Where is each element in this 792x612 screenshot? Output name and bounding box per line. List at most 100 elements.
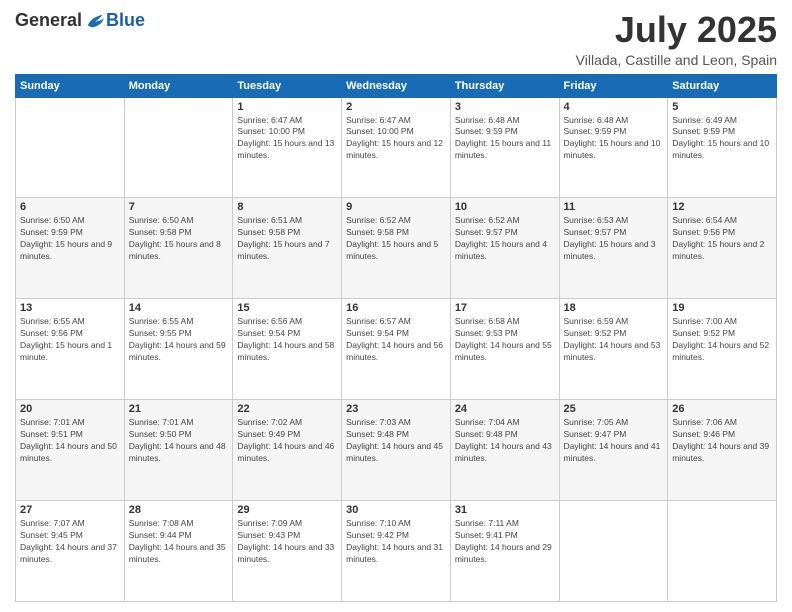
day-info: Sunrise: 6:48 AM Sunset: 9:59 PM Dayligh… — [564, 115, 664, 163]
day-info: Sunrise: 6:52 AM Sunset: 9:58 PM Dayligh… — [346, 215, 446, 263]
day-number: 17 — [455, 302, 555, 314]
day-number: 15 — [237, 302, 337, 314]
calendar: SundayMondayTuesdayWednesdayThursdayFrid… — [15, 74, 777, 602]
calendar-cell: 29 Sunrise: 7:09 AM Sunset: 9:43 PM Dayli… — [233, 501, 342, 602]
calendar-cell — [124, 97, 233, 198]
calendar-cell: 6Sunrise: 6:50 AM Sunset: 9:59 PM Daylig… — [16, 198, 125, 299]
calendar-cell: 31Sunrise: 7:11 AM Sunset: 9:41 PM Dayli… — [450, 501, 559, 602]
calendar-cell — [16, 97, 125, 198]
day-number: 10 — [455, 201, 555, 213]
header: General Blue July 2025 Villada, Castille… — [15, 10, 777, 68]
day-info: Sunrise: 7:02 AM Sunset: 9:49 PM Dayligh… — [237, 417, 337, 465]
day-info: Sunrise: 6:55 AM Sunset: 9:55 PM Dayligh… — [129, 316, 229, 364]
main-title: July 2025 — [576, 10, 777, 50]
calendar-cell: 16 Sunrise: 6:57 AM Sunset: 9:54 PM Dayli… — [342, 299, 451, 400]
day-info: Sunrise: 7:08 AM Sunset: 9:44 PM Dayligh… — [129, 518, 229, 566]
day-number: 6 — [20, 201, 120, 213]
calendar-cell: 9 Sunrise: 6:52 AM Sunset: 9:58 PM Daylig… — [342, 198, 451, 299]
day-number: 22 — [237, 403, 337, 415]
weekday-header: Friday — [559, 74, 668, 97]
calendar-cell: 4 Sunrise: 6:48 AM Sunset: 9:59 PM Daylig… — [559, 97, 668, 198]
weekday-header: Sunday — [16, 74, 125, 97]
day-number: 2 — [346, 101, 446, 113]
day-number: 24 — [455, 403, 555, 415]
calendar-cell: 14 Sunrise: 6:55 AM Sunset: 9:55 PM Dayli… — [124, 299, 233, 400]
calendar-week-row: 27 Sunrise: 7:07 AM Sunset: 9:45 PM Dayli… — [16, 501, 777, 602]
weekday-header-row: SundayMondayTuesdayWednesdayThursdayFrid… — [16, 74, 777, 97]
calendar-cell: 11Sunrise: 6:53 AM Sunset: 9:57 PM Dayli… — [559, 198, 668, 299]
calendar-cell: 20Sunrise: 7:01 AM Sunset: 9:51 PM Dayli… — [16, 400, 125, 501]
day-info: Sunrise: 6:52 AM Sunset: 9:57 PM Dayligh… — [455, 215, 555, 263]
calendar-cell: 17 Sunrise: 6:58 AM Sunset: 9:53 PM Dayli… — [450, 299, 559, 400]
calendar-cell: 3Sunrise: 6:48 AM Sunset: 9:59 PM Daylig… — [450, 97, 559, 198]
calendar-cell: 27 Sunrise: 7:07 AM Sunset: 9:45 PM Dayli… — [16, 501, 125, 602]
calendar-cell: 10 Sunrise: 6:52 AM Sunset: 9:57 PM Dayli… — [450, 198, 559, 299]
calendar-cell: 2 Sunrise: 6:47 AM Sunset: 10:00 PM Dayli… — [342, 97, 451, 198]
day-number: 4 — [564, 101, 664, 113]
day-number: 16 — [346, 302, 446, 314]
calendar-cell: 5Sunrise: 6:49 AM Sunset: 9:59 PM Daylig… — [668, 97, 777, 198]
day-info: Sunrise: 6:48 AM Sunset: 9:59 PM Dayligh… — [455, 115, 555, 163]
logo: General Blue — [15, 10, 145, 31]
day-info: Sunrise: 7:04 AM Sunset: 9:48 PM Dayligh… — [455, 417, 555, 465]
day-info: Sunrise: 6:56 AM Sunset: 9:54 PM Dayligh… — [237, 316, 337, 364]
day-number: 29 — [237, 504, 337, 516]
calendar-cell: 25 Sunrise: 7:05 AM Sunset: 9:47 PM Dayli… — [559, 400, 668, 501]
logo-blue-text: Blue — [106, 10, 145, 31]
day-info: Sunrise: 6:57 AM Sunset: 9:54 PM Dayligh… — [346, 316, 446, 364]
logo-bird-icon — [86, 12, 104, 30]
day-info: Sunrise: 7:01 AM Sunset: 9:50 PM Dayligh… — [129, 417, 229, 465]
day-number: 18 — [564, 302, 664, 314]
day-number: 25 — [564, 403, 664, 415]
calendar-cell: 8 Sunrise: 6:51 AM Sunset: 9:58 PM Daylig… — [233, 198, 342, 299]
day-number: 8 — [237, 201, 337, 213]
day-info: Sunrise: 6:59 AM Sunset: 9:52 PM Dayligh… — [564, 316, 664, 364]
page: General Blue July 2025 Villada, Castille… — [0, 0, 792, 612]
day-number: 9 — [346, 201, 446, 213]
day-number: 26 — [672, 403, 772, 415]
calendar-cell: 24 Sunrise: 7:04 AM Sunset: 9:48 PM Dayli… — [450, 400, 559, 501]
day-info: Sunrise: 6:58 AM Sunset: 9:53 PM Dayligh… — [455, 316, 555, 364]
day-number: 28 — [129, 504, 229, 516]
calendar-week-row: 20Sunrise: 7:01 AM Sunset: 9:51 PM Dayli… — [16, 400, 777, 501]
calendar-cell: 26 Sunrise: 7:06 AM Sunset: 9:46 PM Dayli… — [668, 400, 777, 501]
logo-general-text: General — [15, 10, 82, 31]
day-number: 1 — [237, 101, 337, 113]
weekday-header: Wednesday — [342, 74, 451, 97]
day-info: Sunrise: 7:05 AM Sunset: 9:47 PM Dayligh… — [564, 417, 664, 465]
title-area: July 2025 Villada, Castille and Leon, Sp… — [576, 10, 777, 68]
day-info: Sunrise: 7:03 AM Sunset: 9:48 PM Dayligh… — [346, 417, 446, 465]
day-info: Sunrise: 7:10 AM Sunset: 9:42 PM Dayligh… — [346, 518, 446, 566]
weekday-header: Thursday — [450, 74, 559, 97]
day-info: Sunrise: 6:50 AM Sunset: 9:58 PM Dayligh… — [129, 215, 229, 263]
day-info: Sunrise: 7:00 AM Sunset: 9:52 PM Dayligh… — [672, 316, 772, 364]
calendar-cell: 7Sunrise: 6:50 AM Sunset: 9:58 PM Daylig… — [124, 198, 233, 299]
day-info: Sunrise: 7:07 AM Sunset: 9:45 PM Dayligh… — [20, 518, 120, 566]
day-number: 23 — [346, 403, 446, 415]
calendar-cell: 12Sunrise: 6:54 AM Sunset: 9:56 PM Dayli… — [668, 198, 777, 299]
day-info: Sunrise: 6:51 AM Sunset: 9:58 PM Dayligh… — [237, 215, 337, 263]
day-info: Sunrise: 7:11 AM Sunset: 9:41 PM Dayligh… — [455, 518, 555, 566]
calendar-week-row: 1 Sunrise: 6:47 AM Sunset: 10:00 PM Dayli… — [16, 97, 777, 198]
day-info: Sunrise: 6:55 AM Sunset: 9:56 PM Dayligh… — [20, 316, 120, 364]
subtitle: Villada, Castille and Leon, Spain — [576, 52, 777, 68]
day-number: 14 — [129, 302, 229, 314]
calendar-week-row: 6Sunrise: 6:50 AM Sunset: 9:59 PM Daylig… — [16, 198, 777, 299]
day-info: Sunrise: 7:06 AM Sunset: 9:46 PM Dayligh… — [672, 417, 772, 465]
day-number: 27 — [20, 504, 120, 516]
calendar-cell: 28 Sunrise: 7:08 AM Sunset: 9:44 PM Dayli… — [124, 501, 233, 602]
day-info: Sunrise: 6:54 AM Sunset: 9:56 PM Dayligh… — [672, 215, 772, 263]
calendar-cell: 30Sunrise: 7:10 AM Sunset: 9:42 PM Dayli… — [342, 501, 451, 602]
calendar-cell: 21Sunrise: 7:01 AM Sunset: 9:50 PM Dayli… — [124, 400, 233, 501]
day-number: 11 — [564, 201, 664, 213]
day-info: Sunrise: 7:09 AM Sunset: 9:43 PM Dayligh… — [237, 518, 337, 566]
calendar-cell: 18 Sunrise: 6:59 AM Sunset: 9:52 PM Dayli… — [559, 299, 668, 400]
day-info: Sunrise: 6:47 AM Sunset: 10:00 PM Daylig… — [346, 115, 446, 163]
calendar-cell: 19 Sunrise: 7:00 AM Sunset: 9:52 PM Dayli… — [668, 299, 777, 400]
weekday-header: Monday — [124, 74, 233, 97]
day-info: Sunrise: 7:01 AM Sunset: 9:51 PM Dayligh… — [20, 417, 120, 465]
calendar-cell — [559, 501, 668, 602]
calendar-cell: 13Sunrise: 6:55 AM Sunset: 9:56 PM Dayli… — [16, 299, 125, 400]
day-number: 19 — [672, 302, 772, 314]
day-number: 5 — [672, 101, 772, 113]
